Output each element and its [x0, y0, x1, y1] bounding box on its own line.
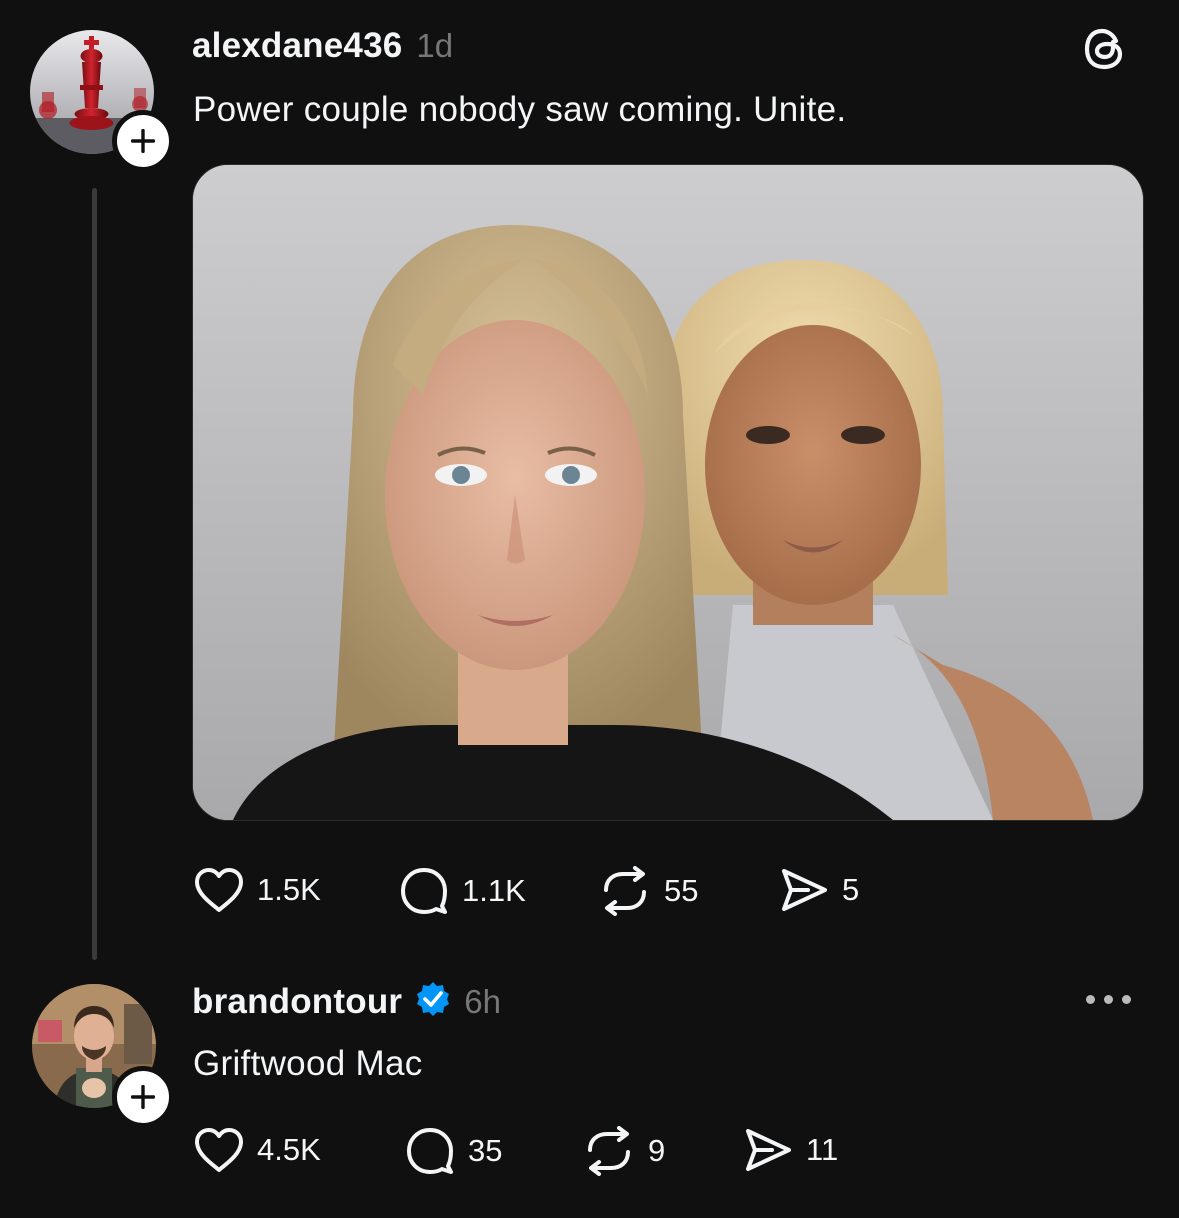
like-button[interactable]: 4.5K	[193, 1126, 321, 1174]
more-icon-dot	[1086, 995, 1095, 1004]
photo-two-women	[193, 165, 1143, 820]
repost-icon	[604, 866, 646, 916]
share-icon	[782, 869, 827, 911]
repost-icon	[588, 1126, 630, 1176]
reply-button[interactable]: 35	[404, 1126, 502, 1176]
verified-badge-icon	[414, 980, 452, 1023]
comment-icon	[401, 868, 447, 914]
plus-icon	[131, 129, 155, 153]
share-button[interactable]: 5	[778, 866, 859, 914]
repost-count: 9	[648, 1133, 666, 1168]
reply-button[interactable]: 1.1K	[398, 866, 526, 916]
share-count: 5	[842, 872, 860, 907]
share-button[interactable]: 11	[742, 1126, 838, 1174]
heart-icon	[195, 868, 243, 912]
thread-connector-line	[92, 188, 97, 960]
repost-count: 55	[664, 873, 699, 908]
more-icon-dot	[1104, 995, 1113, 1004]
follow-button-brandontour[interactable]	[112, 1066, 174, 1128]
post-timestamp: 6h	[464, 982, 501, 1020]
repost-button[interactable]: 9	[582, 1126, 665, 1176]
post-image[interactable]	[192, 164, 1144, 821]
like-count: 4.5K	[257, 1132, 321, 1167]
more-icon-dot	[1122, 995, 1131, 1004]
post-text: Griftwood Mac	[193, 1044, 423, 1083]
plus-icon	[131, 1085, 155, 1109]
username[interactable]: brandontour	[192, 982, 402, 1022]
comment-icon	[407, 1128, 453, 1174]
reply-count: 1.1K	[462, 873, 526, 908]
threads-logo-icon[interactable]	[1080, 24, 1130, 74]
more-options-button[interactable]	[1086, 995, 1131, 1004]
like-count: 1.5K	[257, 872, 321, 907]
share-count: 11	[806, 1132, 839, 1167]
share-icon	[746, 1129, 791, 1171]
repost-button[interactable]: 55	[598, 866, 698, 916]
follow-button-alexdane436[interactable]	[112, 110, 174, 172]
post-timestamp: 1d	[416, 27, 454, 64]
heart-icon	[195, 1128, 243, 1172]
post-text: Power couple nobody saw coming. Unite.	[193, 90, 847, 129]
username[interactable]: alexdane436	[192, 26, 402, 66]
like-button[interactable]: 1.5K	[193, 866, 321, 914]
reply-count: 35	[468, 1133, 503, 1168]
